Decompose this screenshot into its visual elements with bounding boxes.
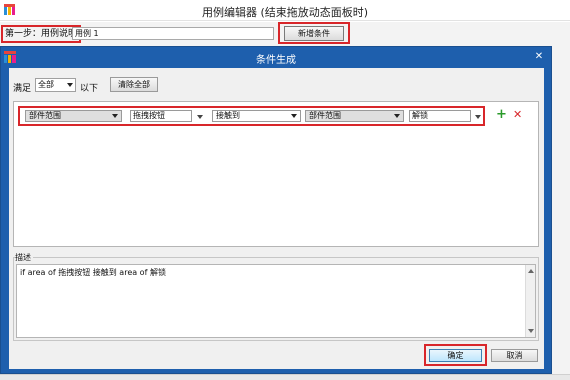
scroll-up-icon[interactable] (528, 269, 534, 273)
chevron-down-icon (67, 83, 73, 87)
main-title-bar: 用例编辑器 (结束拖放动态面板时) (0, 0, 570, 21)
ok-button[interactable]: 确定 (429, 349, 482, 362)
match-prefix-label: 满足 (13, 84, 32, 94)
condition-operator-value: 接触到 (216, 111, 240, 120)
cancel-button[interactable]: 取消 (491, 349, 538, 362)
condition-field1-value: 部件范围 (29, 111, 61, 120)
match-mode-value: 全部 (38, 80, 54, 89)
chevron-down-icon[interactable] (475, 115, 481, 119)
description-text: if area of 拖拽按钮 接触到 area of 解锁 (20, 268, 166, 277)
chevron-down-icon (291, 114, 297, 118)
chevron-down-icon (112, 114, 118, 118)
condition-field2-select[interactable]: 部件范围 (305, 110, 404, 122)
condition-dialog: 条件生成 ✕ 满足 全部 以下 清除全部 部件范围 拖拽按钮 接触到 部件范围 (0, 46, 552, 374)
condition-value2-input[interactable]: 解锁 (409, 110, 471, 122)
match-suffix-label: 以下 (80, 84, 99, 94)
clear-all-button[interactable]: 清除全部 (110, 77, 158, 92)
condition-field2-value: 部件范围 (309, 111, 341, 120)
bottom-strip (0, 374, 570, 380)
new-condition-button[interactable]: 新增条件 (284, 26, 344, 41)
close-icon[interactable]: ✕ (531, 49, 547, 64)
add-condition-icon[interactable]: + (496, 108, 507, 121)
dialog-title: 条件生成 (256, 55, 296, 66)
condition-value1-input[interactable]: 拖拽按钮 (130, 110, 192, 122)
chevron-down-icon[interactable] (197, 115, 203, 119)
chevron-down-icon (394, 114, 400, 118)
delete-condition-icon[interactable]: ✕ (513, 109, 522, 121)
scroll-down-icon[interactable] (528, 329, 534, 333)
description-label: 描述 (15, 252, 33, 263)
case-name-input[interactable]: 用例 1 (72, 27, 274, 40)
match-mode-select[interactable]: 全部 (35, 78, 76, 92)
dialog-title-bar[interactable]: 条件生成 ✕ (1, 47, 551, 67)
condition-field1-select[interactable]: 部件范围 (25, 110, 122, 122)
step-label: 第一步：用例说明 (1, 25, 82, 43)
conditions-panel: 部件范围 拖拽按钮 接触到 部件范围 解锁 + ✕ (13, 101, 539, 247)
description-scrollbar[interactable] (525, 265, 535, 337)
condition-operator-select[interactable]: 接触到 (212, 110, 301, 122)
description-group: if area of 拖拽按钮 接触到 area of 解锁 (13, 257, 539, 341)
window-title: 用例编辑器 (结束拖放动态面板时) (201, 6, 369, 19)
description-textarea[interactable]: if area of 拖拽按钮 接触到 area of 解锁 (16, 264, 536, 338)
dialog-body: 满足 全部 以下 清除全部 部件范围 拖拽按钮 接触到 部件范围 解锁 + ✕ … (9, 68, 544, 369)
